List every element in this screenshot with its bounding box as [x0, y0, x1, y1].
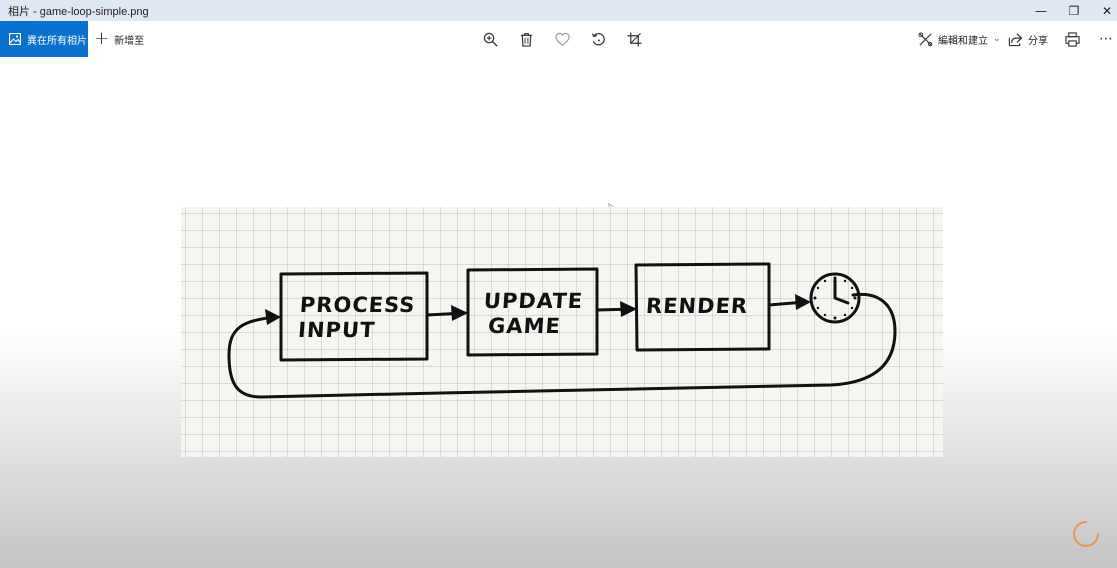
add-to-button[interactable]: + 新增至 — [94, 21, 144, 57]
restore-button[interactable]: ❐ — [1056, 0, 1092, 21]
crop-button[interactable] — [623, 29, 645, 49]
add-to-label: 新增至 — [114, 35, 145, 47]
render-label: RENDER — [645, 294, 749, 318]
all-photos-button[interactable]: 異在所有相片 — [0, 21, 88, 57]
minimize-button[interactable]: — — [1023, 0, 1059, 21]
arrowhead-1 — [265, 309, 281, 325]
share-label: 分享 — [1028, 35, 1048, 47]
window-title: 相片 - game-loop-simple.png — [8, 5, 149, 18]
loading-spinner-icon — [1072, 520, 1100, 548]
rotate-icon — [591, 32, 605, 45]
chevron-down-icon: ⌄ — [993, 34, 1001, 44]
all-photos-label: 異在所有相片 — [27, 35, 87, 47]
edit-create-icon — [918, 31, 933, 46]
zoom-button[interactable] — [479, 29, 501, 49]
edit-create-button[interactable]: 編輯和建立 ⌄ — [918, 21, 1001, 57]
photo-viewer-image: PROCESS INPUT UPDATE GAME RENDER — [181, 207, 943, 457]
favorite-button[interactable] — [551, 29, 573, 49]
title-bar: 相片 - game-loop-simple.png — ❐ ✕ — [0, 0, 1117, 21]
more-button[interactable]: ⋯ — [1095, 29, 1117, 49]
image-icon — [9, 33, 21, 45]
edit-create-label: 編輯和建立 — [938, 35, 988, 47]
delete-button[interactable] — [515, 29, 537, 49]
crop-icon — [626, 31, 642, 47]
zoom-in-icon — [483, 32, 498, 47]
plus-icon: + — [94, 28, 110, 49]
trash-icon — [520, 32, 532, 47]
close-button[interactable]: ✕ — [1089, 0, 1117, 21]
update-game-label: UPDATE GAME — [483, 289, 584, 338]
arrowhead-4 — [795, 294, 811, 310]
heart-icon — [554, 32, 570, 46]
arrowhead-2 — [451, 305, 468, 321]
arrowhead-3 — [620, 301, 637, 317]
rotate-button[interactable] — [587, 29, 609, 49]
process-input-label: PROCESS INPUT — [297, 293, 417, 342]
print-button[interactable] — [1061, 29, 1083, 49]
printer-icon — [1064, 31, 1080, 47]
share-icon — [1008, 32, 1023, 46]
toolbar: 異在所有相片 + 新增至 編輯和建立 ⌄ 分享 ⋯ — [0, 21, 1117, 57]
share-button[interactable]: 分享 — [1008, 21, 1048, 57]
